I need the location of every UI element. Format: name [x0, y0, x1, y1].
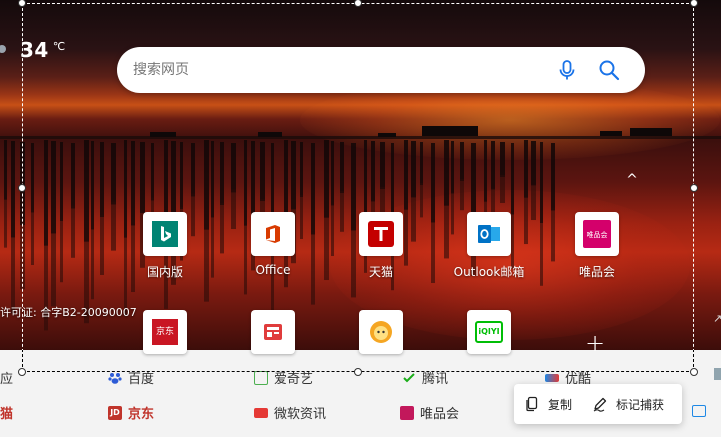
monitor-icon — [714, 368, 721, 380]
annotate-capture-button[interactable]: 标记捕获 — [582, 384, 674, 424]
resize-corner-icon: ↗ — [713, 312, 721, 325]
quick-link[interactable]: 应 — [0, 368, 13, 387]
copy-button[interactable]: 复制 — [514, 384, 582, 424]
quick-link-jd[interactable]: JD 京东 — [108, 403, 154, 422]
capture-toolbar: 复制 标记捕获 — [514, 384, 682, 424]
quick-link-vipshop[interactable]: 唯品会 — [400, 403, 459, 422]
vipshop-icon — [400, 405, 414, 420]
annotate-label: 标记捕获 — [616, 397, 665, 412]
copy-icon — [526, 396, 538, 412]
youku-icon — [545, 373, 559, 382]
resize-handle-right[interactable] — [690, 184, 698, 192]
resize-handle-bottom-left[interactable] — [18, 368, 26, 376]
jd-icon: JD — [108, 405, 122, 420]
resize-handle-left[interactable] — [18, 184, 26, 192]
copy-label: 复制 — [548, 397, 573, 412]
news-icon — [254, 407, 268, 418]
quick-link[interactable]: 猫 — [0, 403, 13, 422]
pen-icon — [593, 397, 607, 412]
resize-handle-bottom-right[interactable] — [690, 368, 698, 376]
tv-icon — [692, 405, 706, 417]
quick-link-msn[interactable]: 微软资讯 — [254, 403, 326, 422]
resize-handle-bottom[interactable] — [354, 368, 362, 376]
capture-selection-frame[interactable] — [22, 3, 694, 372]
